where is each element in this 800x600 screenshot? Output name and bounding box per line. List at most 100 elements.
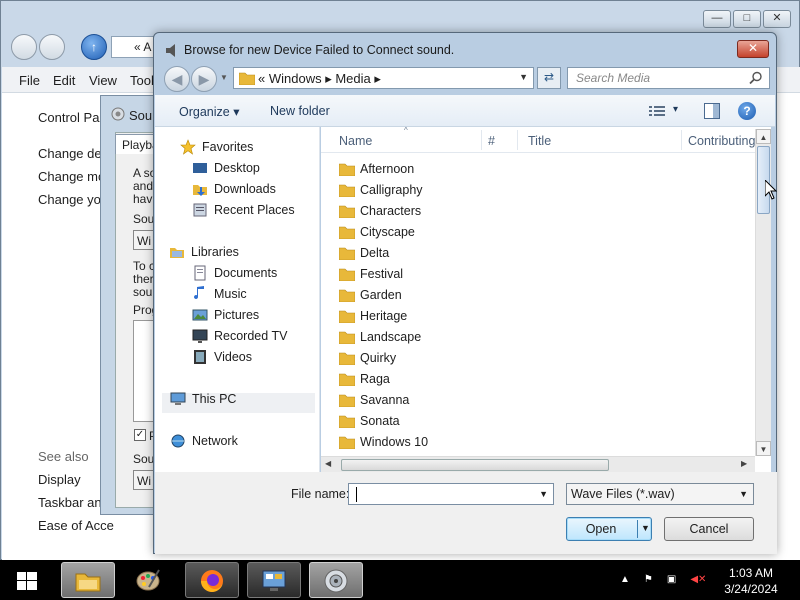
folder-row[interactable]: Quirky (339, 347, 396, 368)
folder-row[interactable]: Raga (339, 368, 390, 389)
sound-scheme-value: Wi (137, 234, 151, 248)
folder-row[interactable]: Afternoon (339, 158, 414, 179)
cp-maximize-button[interactable]: □ (733, 10, 761, 28)
nav-recorded-tv[interactable]: Recorded TV (192, 326, 287, 346)
taskbar-control-panel[interactable] (247, 562, 301, 598)
nav-videos[interactable]: Videos (192, 347, 252, 367)
recent-locations-dropdown[interactable]: ▼ (220, 73, 228, 82)
file-name-input[interactable]: ▼ (348, 483, 554, 505)
column-separator[interactable] (681, 130, 682, 150)
address-bar[interactable]: « Windows ▸ Media ▸ ▼ (233, 67, 534, 89)
scroll-down-button[interactable]: ▼ (756, 441, 771, 456)
vertical-scrollbar[interactable]: ▲ ▼ (755, 129, 771, 456)
cancel-button[interactable]: Cancel (664, 517, 754, 541)
scroll-up-button[interactable]: ▲ (756, 129, 771, 144)
nav-desktop[interactable]: Desktop (192, 158, 260, 178)
column-separator[interactable] (481, 130, 482, 150)
sound-startup-checkbox[interactable]: ✓ (134, 429, 146, 441)
file-type-select[interactable]: Wave Files (*.wav) ▼ (566, 483, 754, 505)
folder-row[interactable]: Savanna (339, 389, 409, 410)
refresh-button[interactable]: ⇄ (537, 67, 561, 89)
folder-row[interactable]: Festival (339, 263, 403, 284)
cp-link-3[interactable]: Change you (38, 192, 108, 207)
cp-see-also-ease[interactable]: Ease of Acce (38, 518, 114, 533)
folder-row[interactable]: Sonata (339, 410, 400, 431)
cp-address-bar[interactable]: « A (111, 36, 159, 58)
open-button[interactable]: Open ▼ (566, 517, 652, 541)
action-center-flag-icon[interactable]: ⚑ (644, 574, 653, 585)
folder-row[interactable]: Cityscape (339, 221, 415, 242)
cp-menu-tools[interactable]: Tool (130, 73, 154, 88)
nav-libraries[interactable]: Libraries (169, 242, 239, 262)
nav-pictures[interactable]: Pictures (192, 305, 259, 325)
folder-name: Calligraphy (360, 182, 423, 197)
sound-program-events-list[interactable] (133, 320, 155, 422)
address-path[interactable]: « Windows ▸ Media ▸ (258, 71, 381, 87)
column-contributing[interactable]: Contributing (688, 134, 755, 148)
network-status-icon[interactable]: ▣ (667, 574, 676, 585)
nav-favorites[interactable]: Favorites (180, 137, 253, 157)
cp-link-1[interactable]: Change des (38, 146, 108, 161)
windows-start-icon[interactable] (17, 572, 37, 590)
folder-row[interactable]: Characters (339, 200, 421, 221)
organize-button[interactable]: Organize ▾ (179, 104, 239, 119)
file-type-dropdown-icon[interactable]: ▼ (739, 489, 748, 499)
view-list-icon[interactable] (649, 105, 665, 117)
volume-muted-icon[interactable]: ◀✕ (690, 574, 706, 585)
taskbar-file-explorer[interactable] (61, 562, 115, 598)
folder-name: Heritage (360, 308, 408, 323)
nav-recent-places[interactable]: Recent Places (192, 200, 295, 220)
new-folder-button[interactable]: New folder (270, 104, 330, 118)
cp-caption-buttons: — □ ✕ (703, 10, 791, 28)
clock[interactable]: 1:03 AM 3/24/2024 (716, 565, 786, 597)
cp-menu-edit[interactable]: Edit (53, 73, 75, 88)
help-button[interactable]: ? (738, 102, 756, 120)
cp-forward-button[interactable] (39, 34, 65, 60)
back-button[interactable]: ◀ (164, 66, 190, 92)
folder-row[interactable]: Windows 10 (339, 431, 428, 452)
folder-row[interactable]: Calligraphy (339, 179, 423, 200)
cp-menu-file[interactable]: File (19, 73, 40, 88)
folder-row[interactable]: Landscape (339, 326, 421, 347)
nav-documents[interactable]: Documents (192, 263, 277, 283)
sound-select[interactable]: Wi (133, 470, 155, 490)
folder-row[interactable]: Heritage (339, 305, 407, 326)
sound-scheme-select[interactable]: Wi (133, 230, 155, 250)
nav-downloads[interactable]: Downloads (192, 179, 276, 199)
column-name[interactable]: Name (339, 134, 372, 148)
nav-this-pc[interactable]: This PC (170, 389, 236, 409)
search-icon[interactable] (749, 71, 763, 85)
scroll-right-button[interactable]: ▶ (741, 459, 747, 468)
taskbar-sound[interactable] (309, 562, 363, 598)
nav-music[interactable]: Music (192, 284, 247, 304)
cp-see-also-taskbar[interactable]: Taskbar and (38, 495, 109, 510)
cp-see-also-display[interactable]: Display (38, 472, 81, 487)
view-options-dropdown[interactable]: ▾ (673, 104, 678, 115)
cp-up-button[interactable]: ↑ (81, 34, 107, 60)
horizontal-scrollbar[interactable]: ◀ ▶ (321, 456, 755, 472)
column-number[interactable]: # (488, 134, 495, 148)
cp-minimize-button[interactable]: — (703, 10, 731, 28)
search-input[interactable]: Search Media (567, 67, 770, 89)
cp-menu-view[interactable]: View (89, 73, 117, 88)
nav-network[interactable]: Network (170, 431, 238, 451)
scroll-left-button[interactable]: ◀ (325, 459, 331, 468)
forward-button[interactable]: ▶ (191, 66, 217, 92)
column-title[interactable]: Title (528, 134, 551, 148)
cp-link-2[interactable]: Change mo (38, 169, 105, 184)
preview-pane-icon[interactable] (704, 103, 720, 119)
column-separator[interactable] (517, 130, 518, 150)
file-name-dropdown-icon[interactable]: ▼ (539, 489, 548, 499)
horizontal-scroll-thumb[interactable] (341, 459, 609, 471)
taskbar-paint[interactable] (122, 562, 176, 598)
taskbar-firefox[interactable] (185, 562, 239, 598)
cp-link-home[interactable]: Control Pan (38, 110, 107, 125)
cp-back-button[interactable] (11, 34, 37, 60)
folder-row[interactable]: Delta (339, 242, 389, 263)
address-dropdown-icon[interactable]: ▼ (519, 72, 528, 82)
cp-close-button[interactable]: ✕ (763, 10, 791, 28)
close-button[interactable]: ✕ (737, 40, 769, 58)
folder-row[interactable]: Garden (339, 284, 402, 305)
show-hidden-icons-icon[interactable]: ▲ (620, 574, 630, 585)
open-options-dropdown-icon[interactable]: ▼ (641, 523, 650, 533)
